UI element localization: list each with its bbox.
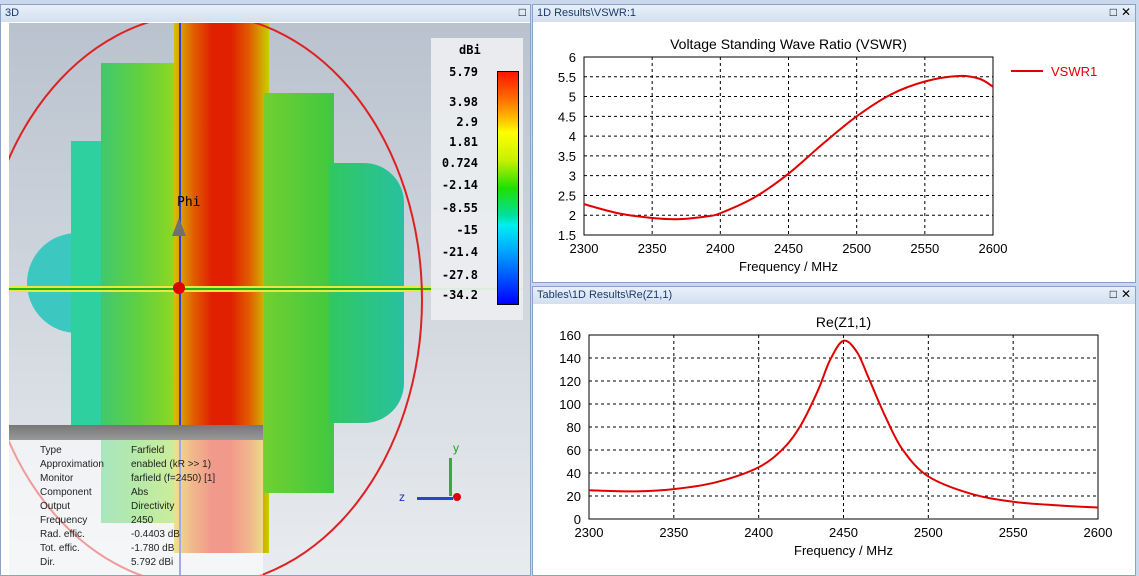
panel-rez: Tables\1D Results\Re(Z1,1) □ ✕ Re(Z1,1) 2… [532, 286, 1136, 576]
colorbar-tick-label: -2.14 [441, 178, 478, 192]
farfield-info-box: Type Farfield Approximation enabled (kR >> … [9, 425, 263, 575]
info-value: enabled (kR >> 1) [131, 459, 212, 470]
x-tick-label: 2550 [999, 525, 1028, 540]
x-tick-label: 2300 [575, 525, 604, 540]
y-tick-label: 5.5 [558, 70, 576, 85]
z-axis-arrow-icon [417, 497, 453, 500]
phi-arrow-icon [172, 218, 186, 236]
y-tick-label: 120 [559, 374, 581, 389]
colorbar-tick-label: 5.79 [449, 65, 478, 79]
panel-vswr-title: 1D Results\VSWR:1 [533, 5, 1135, 22]
x-tick-label: 2500 [842, 241, 871, 256]
info-value: Directivity [131, 501, 175, 512]
colorbar-unit: dBi [459, 43, 481, 57]
x-tick-label: 2600 [1084, 525, 1113, 540]
x-tick-label: 2400 [706, 241, 735, 256]
colorbar-tick-label: 2.9 [456, 115, 478, 129]
panel-rez-title: Tables\1D Results\Re(Z1,1) [533, 287, 1135, 304]
maximize-button[interactable]: □ [519, 5, 526, 19]
y-tick-label: 20 [567, 489, 581, 504]
chart-title: Re(Z1,1) [816, 314, 871, 330]
y-tick-label: 140 [559, 351, 581, 366]
origin-marker-icon [173, 282, 185, 294]
info-label: Approximation [40, 459, 104, 470]
colorbar-legend: dBi 5.79 3.98 2.9 1.81 0.724 -2.14 -8.55 -15 -21… [431, 38, 523, 320]
info-value: farfield (f=2450) [1] [131, 473, 216, 484]
y-axis-label: y [453, 441, 459, 455]
info-label: Frequency [40, 515, 88, 526]
colorbar-tick-label: -8.55 [441, 201, 478, 215]
legend-label: VSWR1 [1051, 64, 1097, 79]
y-tick-label: 40 [567, 466, 581, 481]
colorbar-tick-label: -27.8 [441, 268, 478, 282]
y-tick-label: 60 [567, 443, 581, 458]
colorbar-tick-label: -21.4 [441, 245, 478, 259]
colorbar-tick-label: -15 [456, 223, 478, 237]
axis-origin-icon [453, 493, 461, 501]
y-tick-label: 4 [569, 129, 576, 144]
y-tick-label: 1.5 [558, 228, 576, 243]
phi-label: Phi [177, 195, 201, 210]
maximize-button[interactable]: □ [1110, 5, 1117, 19]
y-tick-label: 5 [569, 90, 576, 105]
y-axis-arrow-icon [449, 458, 452, 496]
panel-3d: 3D □ Phi dBi 5.79 3.98 2.9 1.81 0.724 -2.14 -8… [0, 4, 531, 576]
y-tick-label: 4.5 [558, 109, 576, 124]
info-label: Dir. [40, 557, 55, 568]
y-tick-label: 2.5 [558, 188, 576, 203]
info-value: -1.780 dB [131, 543, 175, 554]
vswr-chart: Voltage Standing Wave Ratio (VSWR)2300 23… [558, 36, 1097, 274]
colorbar-tick-label: 0.724 [441, 156, 478, 170]
x-tick-label: 2350 [638, 241, 667, 256]
colorbar-tick-label: 1.81 [449, 135, 478, 149]
x-tick-label: 2450 [829, 525, 858, 540]
info-label: Component [40, 487, 92, 498]
y-tick-label: 2 [569, 208, 576, 223]
info-label: Rad. effic. [40, 529, 85, 540]
y-tick-label: 160 [559, 328, 581, 343]
close-button[interactable]: ✕ [1121, 287, 1131, 301]
info-value: Abs [131, 487, 149, 498]
chart-title: Voltage Standing Wave Ratio (VSWR) [670, 36, 907, 52]
panel-3d-title: 3D [1, 5, 530, 22]
x-axis-label: Frequency / MHz [794, 543, 893, 558]
x-axis-label: Frequency / MHz [739, 259, 838, 274]
x-tick-label: 2500 [914, 525, 943, 540]
info-label: Monitor [40, 473, 74, 484]
y-tick-label: 100 [559, 397, 581, 412]
info-label: Tot. effic. [40, 543, 80, 554]
info-value: Farfield [131, 445, 165, 456]
info-value: -0.4403 dB [131, 529, 180, 540]
y-tick-label: 3.5 [558, 149, 576, 164]
x-tick-label: 2400 [744, 525, 773, 540]
x-tick-label: 2550 [910, 241, 939, 256]
x-tick-label: 2600 [979, 241, 1008, 256]
panel-vswr: 1D Results\VSWR:1 □ ✕ Voltage Standing W… [532, 4, 1136, 283]
colorbar-tick-label: 3.98 [449, 95, 478, 109]
y-tick-label: 80 [567, 420, 581, 435]
y-tick-label: 6 [569, 50, 576, 65]
rez-chart: Re(Z1,1) 2300 2350 2400 2450 2500 2550 2600 0 20 4… [559, 314, 1113, 558]
3d-view[interactable]: Phi dBi 5.79 3.98 2.9 1.81 0.724 -2.14 -8.55 -1… [9, 23, 530, 575]
z-axis-label: z [399, 490, 405, 504]
y-tick-label: 0 [574, 512, 581, 527]
x-tick-label: 2300 [570, 241, 599, 256]
colorbar [497, 71, 519, 305]
info-value: 5.792 dBi [131, 557, 174, 568]
maximize-button[interactable]: □ [1110, 287, 1117, 301]
x-tick-label: 2450 [774, 241, 803, 256]
colorbar-tick-label: -34.2 [441, 288, 478, 302]
close-button[interactable]: ✕ [1121, 5, 1131, 19]
info-label: Output [40, 501, 71, 512]
info-value: 2450 [131, 515, 154, 526]
x-tick-label: 2350 [659, 525, 688, 540]
y-tick-label: 3 [569, 169, 576, 184]
info-label: Type [40, 445, 62, 456]
